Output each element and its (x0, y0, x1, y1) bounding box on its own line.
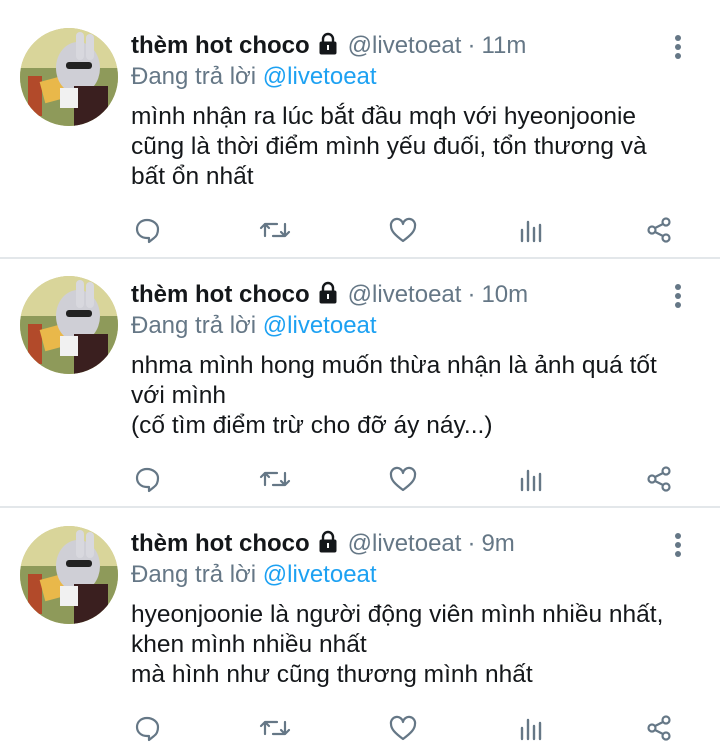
analytics-icon[interactable] (511, 708, 551, 748)
heart-icon[interactable] (383, 210, 423, 250)
retweet-icon[interactable] (255, 459, 295, 499)
tweet-header: thèm hot choco @livetoeat · 9m (131, 528, 515, 560)
tweet-actions (0, 459, 720, 499)
reply-context: Đang trả lời @livetoeat (131, 311, 377, 341)
lock-icon (316, 281, 340, 314)
retweet-icon[interactable] (255, 708, 295, 748)
reply-context: Đang trả lời @livetoeat (131, 62, 377, 92)
avatar[interactable] (20, 28, 118, 126)
author-handle[interactable]: @livetoeat (348, 32, 462, 59)
tweet-header: thèm hot choco @livetoeat · 10m (131, 279, 528, 311)
reply-icon[interactable] (127, 708, 167, 748)
reply-mention[interactable]: @livetoeat (263, 63, 377, 90)
tweet-header: thèm hot choco @livetoeat · 11m (131, 30, 526, 62)
more-vertical-icon[interactable] (666, 34, 690, 60)
analytics-icon[interactable] (511, 459, 551, 499)
reply-icon[interactable] (127, 210, 167, 250)
retweet-icon[interactable] (255, 210, 295, 250)
tweet-actions (0, 708, 720, 748)
separator-dot: · (467, 530, 476, 557)
separator-dot: · (467, 32, 476, 59)
more-vertical-icon[interactable] (666, 532, 690, 558)
reply-prefix: Đang trả lời (131, 561, 257, 588)
timestamp[interactable]: 10m (481, 281, 528, 308)
reply-context: Đang trả lời @livetoeat (131, 560, 377, 590)
avatar[interactable] (20, 276, 118, 374)
author-name[interactable]: thèm hot choco (131, 32, 310, 59)
tweet-text: hyeonjoonie là người động viên mình nhiề… (131, 601, 664, 688)
tweet-text: nhma mình hong muốn thừa nhận là ảnh quá… (131, 352, 657, 439)
tweet-actions (0, 210, 720, 250)
avatar[interactable] (20, 526, 118, 624)
tweet-text: mình nhận ra lúc bắt đầu mqh với hyeonjo… (131, 103, 647, 190)
reply-icon[interactable] (127, 459, 167, 499)
reply-prefix: Đang trả lời (131, 312, 257, 339)
heart-icon[interactable] (383, 708, 423, 748)
more-vertical-icon[interactable] (666, 283, 690, 309)
timestamp[interactable]: 11m (481, 32, 526, 59)
reply-mention[interactable]: @livetoeat (263, 312, 377, 339)
timestamp[interactable]: 9m (481, 530, 514, 557)
author-handle[interactable]: @livetoeat (348, 281, 462, 308)
author-name[interactable]: thèm hot choco (131, 281, 310, 308)
share-icon[interactable] (639, 459, 679, 499)
heart-icon[interactable] (383, 459, 423, 499)
tweet-feed: thèm hot choco @livetoeat · 11m Đang trả lờ… (0, 0, 720, 756)
lock-icon (316, 530, 340, 563)
share-icon[interactable] (639, 708, 679, 748)
author-name[interactable]: thèm hot choco (131, 530, 310, 557)
tweet[interactable]: thèm hot choco @livetoeat · 9m Đang trả lời… (0, 506, 720, 756)
share-icon[interactable] (639, 210, 679, 250)
tweet[interactable]: thèm hot choco @livetoeat · 10m Đang trả lờ… (0, 257, 720, 506)
reply-prefix: Đang trả lời (131, 63, 257, 90)
analytics-icon[interactable] (511, 210, 551, 250)
lock-icon (316, 32, 340, 65)
reply-mention[interactable]: @livetoeat (263, 561, 377, 588)
tweet[interactable]: thèm hot choco @livetoeat · 11m Đang trả lờ… (0, 0, 720, 257)
author-handle[interactable]: @livetoeat (348, 530, 462, 557)
separator-dot: · (467, 281, 476, 308)
